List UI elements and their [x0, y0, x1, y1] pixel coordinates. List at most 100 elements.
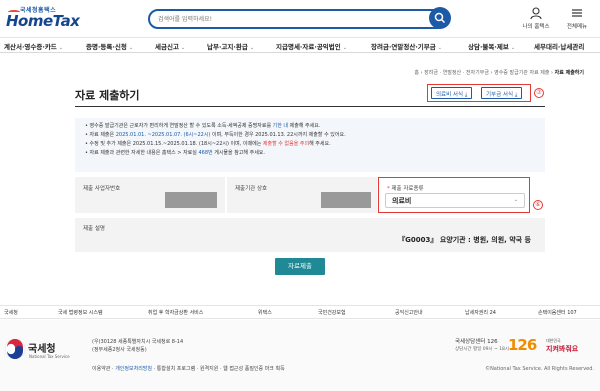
- call-center-name: 국세상담센터 126: [455, 339, 498, 345]
- nav-item-tax-agent[interactable]: 세무대리·납세관리: [534, 41, 584, 51]
- footer-site-link[interactable]: 납세자권리 24: [465, 309, 496, 316]
- notice-text: 자료 제출과 관련한 자세한 내용은 홈택스 > 자료실: [89, 150, 197, 156]
- nav-label: 세금신고: [155, 43, 179, 51]
- nav-label: 상담·불복·제보: [468, 43, 509, 51]
- donation-form-label: 기부금 서식: [486, 92, 514, 98]
- footer-site-link[interactable]: 위택스: [258, 309, 272, 316]
- required-mark: *: [387, 186, 390, 192]
- data-type-selected: 의료비: [392, 197, 412, 205]
- footer-site-link[interactable]: 공익신고안내: [395, 309, 423, 316]
- marker-6: ⑥: [533, 200, 543, 210]
- chevron-down-icon: ⌄: [510, 45, 516, 51]
- campaign-logo: 대한민국 지켜봐줘요: [546, 338, 578, 354]
- description-label: 제출 설명: [83, 226, 105, 232]
- campaign-sub: 대한민국: [546, 338, 561, 343]
- hometax-logo[interactable]: 국세청홈택스 HomeTax: [6, 5, 80, 31]
- my-hometax-button[interactable]: 나의 홈택스: [521, 6, 551, 30]
- nts-emblem-icon: [4, 338, 26, 360]
- breadcrumb-path[interactable]: 홈 › 장려금 · 연말정산 · 전자기부금 › 영수증 발급기관 자료 제출 …: [414, 70, 553, 76]
- page-title: 자료 제출하기: [75, 89, 140, 102]
- address: (우)30128 세종특별자치시 국세청로 8-14 (정부세종2청사 국세청동…: [92, 338, 183, 354]
- org-name-field: 제출기관 상호: [227, 177, 377, 213]
- data-type-label: * 제출 자료종류: [387, 184, 424, 192]
- nav-item-year-end[interactable]: 장려금·연말정산·기부금 ⌄: [371, 41, 442, 51]
- chevron-down-icon: ⌄: [128, 45, 134, 51]
- description-value: 『G0003』 요양기관 : 병원, 의원, 약국 등: [398, 236, 531, 244]
- nav-label: 납부·고지·환급: [207, 43, 248, 51]
- org-name-value-redacted: [321, 192, 371, 208]
- footer-site-link[interactable]: 취업 후 학자금상환 서비스: [148, 309, 203, 316]
- user-icon: [530, 7, 542, 20]
- footer: 국세청 National Tax Service (우)30128 세종특별자치…: [0, 320, 600, 391]
- marker-7: ⑦: [534, 88, 544, 98]
- search-button[interactable]: [429, 7, 451, 29]
- top-header: 국세청홈택스 HomeTax 나의 홈택스 전체메뉴: [0, 0, 600, 36]
- bizno-value-redacted: [165, 192, 217, 208]
- my-hometax-label: 나의 홈택스: [522, 24, 550, 30]
- data-type-label-text: 제출 자료종류: [391, 186, 424, 192]
- title-divider: [75, 106, 545, 107]
- chevron-down-icon: ⌄: [58, 45, 63, 51]
- nav-item-statements[interactable]: 지급명세·자료·공익법인 ⌄: [276, 41, 347, 51]
- notice-link[interactable]: 468번: [198, 150, 212, 156]
- nts-name: 국세청: [28, 344, 56, 355]
- medical-form-download-button[interactable]: 의료비 서식 ⤓: [431, 87, 473, 99]
- notice-text: 영수증 발급기관은 근로자가 편리하게 연말정산 할 수 있도록 소득·세액공제…: [89, 123, 272, 129]
- logo-text: HomeTax: [6, 12, 80, 30]
- footer-site-link[interactable]: 손택이음센터 107: [538, 309, 577, 316]
- nav-item-tax-filing[interactable]: 세금신고 ⌄: [155, 41, 185, 51]
- data-type-field: * 제출 자료종류 의료비 ⌄: [378, 177, 530, 213]
- medical-form-label: 의료비 서식: [436, 92, 464, 98]
- footer-menu-privacy[interactable]: 개인정보처리방침: [115, 366, 152, 372]
- footer-site-link[interactable]: 국민건강보험: [318, 309, 346, 316]
- notice-item: 자료 제출과 관련한 자세한 내용은 홈택스 > 자료실 468번 게시물을 참…: [85, 149, 535, 158]
- call-center: 국세상담센터 126 상담시간 평일 09시 ~ 18시: [455, 338, 509, 354]
- chevron-down-icon: ⌄: [342, 45, 347, 51]
- notice-item: 자료 제출은 2025.01.01. ~2025.01.07. (6시~22시)…: [85, 131, 535, 140]
- search-icon: [434, 12, 446, 24]
- footer-menu-install[interactable]: 통합설치 프로그램: [157, 366, 195, 372]
- chevron-down-icon: ⌄: [437, 45, 442, 51]
- submit-button[interactable]: 자료제출: [275, 258, 325, 275]
- notice-box: 영수증 발급기관은 근로자가 편리하게 연말정산 할 수 있도록 소득·세액공제…: [75, 118, 545, 172]
- nts-name-en: National Tax Service: [29, 354, 70, 359]
- nav-item-certificates[interactable]: 증명·등록·신청 ⌄: [86, 41, 133, 51]
- footer-menu-remote[interactable]: 원격지원: [200, 366, 218, 372]
- download-icon: ⤓: [464, 92, 468, 98]
- notice-highlight: 2025.01.01. ~2025.01.07. (6시~22시): [115, 132, 211, 138]
- notice-highlight: 기한 내: [272, 123, 289, 129]
- all-menu-button[interactable]: 전체메뉴: [562, 6, 592, 30]
- notice-text: 수정 및 추가 제출은 2025.01.15.~2025.01.18. (18시…: [89, 141, 262, 147]
- search-bar: [148, 9, 448, 29]
- call-center-hours: 상담시간 평일 09시 ~ 18시: [455, 347, 510, 352]
- search-input[interactable]: [158, 13, 418, 25]
- chevron-down-icon: ⌄: [513, 197, 518, 203]
- footer-site-link[interactable]: 국세 법령정보 시스템: [58, 309, 103, 316]
- nav-label: 장려금·연말정산·기부금: [371, 43, 436, 51]
- data-type-select[interactable]: 의료비 ⌄: [385, 193, 525, 208]
- address-line: (우)30128 세종특별자치시 국세청로 8-14: [92, 339, 184, 345]
- nav-item-receipts[interactable]: 계산서·영수증·카드 ⌄: [4, 41, 63, 51]
- footer-menu-accessibility[interactable]: 웹 접근성 품질인증 마크 획득: [223, 366, 285, 372]
- nav-item-consult[interactable]: 상담·불복·제보 ⌄: [468, 41, 515, 51]
- bizno-label: 제출 사업자번호: [83, 186, 121, 192]
- notice-text: 게시물을 참고해 주세요.: [214, 150, 265, 156]
- footer-site-link[interactable]: 국세청: [4, 309, 18, 316]
- notice-text: 이며, 부득이한 경우 2025.01.13. 22시까지 제출할 수 있어요.: [211, 132, 346, 138]
- notice-text: 해 주세요.: [309, 141, 331, 147]
- chevron-down-icon: ⌄: [180, 45, 186, 51]
- nts-logo: 국세청 National Tax Service: [4, 338, 70, 362]
- donation-form-download-button[interactable]: 기부금 서식 ⤓: [481, 87, 523, 99]
- download-icon: ⤓: [514, 92, 518, 98]
- menu-icon: [572, 9, 582, 17]
- chevron-down-icon: ⌄: [249, 45, 255, 51]
- nav-item-payment[interactable]: 납부·고지·환급 ⌄: [207, 41, 254, 51]
- footer-menu-terms[interactable]: 이용약관: [92, 366, 110, 372]
- all-menu-label: 전체메뉴: [566, 24, 588, 30]
- description-field: 제출 설명 『G0003』 요양기관 : 병원, 의원, 약국 등: [75, 218, 545, 252]
- copyright: ©National Tax Service. All Rights Reserv…: [485, 366, 594, 372]
- address-line: (정부세종2청사 국세청동): [92, 347, 147, 353]
- footer-menu: 이용약관 · 개인정보처리방침 · 통합설치 프로그램 · 원격지원 · 웹 접…: [92, 366, 285, 372]
- notice-warning: 제출할 수 없음을 주의: [262, 141, 310, 147]
- notice-text: 제출해 주세요.: [289, 123, 321, 129]
